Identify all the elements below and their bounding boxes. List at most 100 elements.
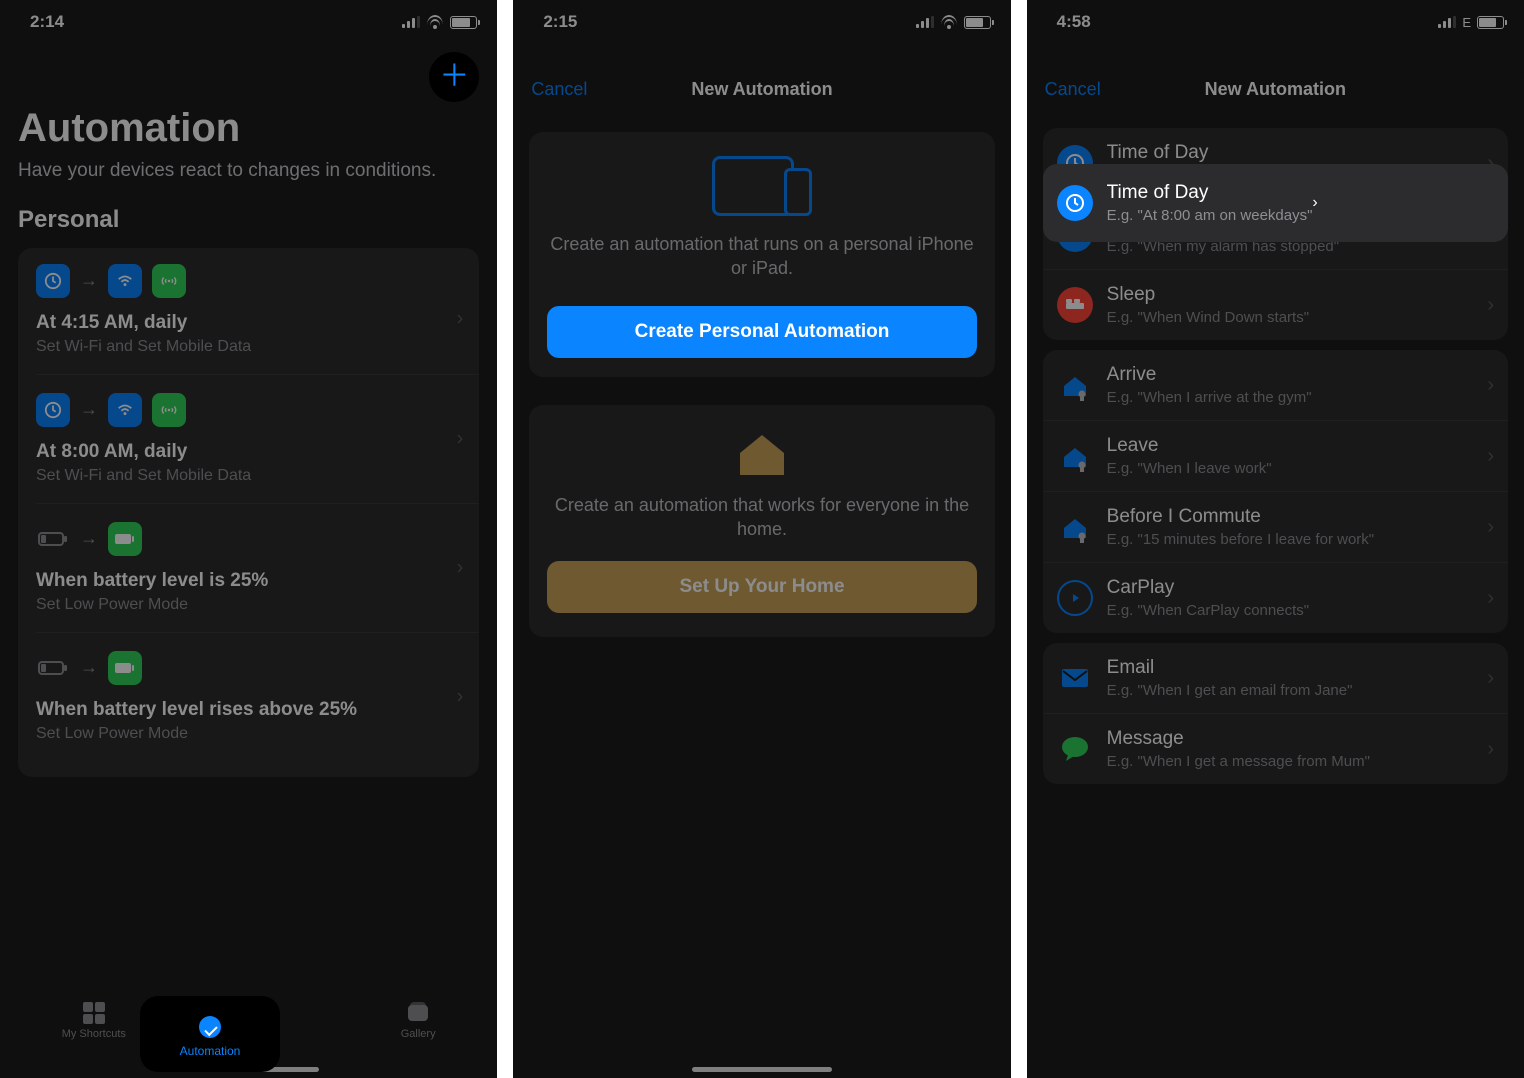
sheet-title: New Automation xyxy=(691,79,832,100)
chevron-right-icon: › xyxy=(1487,516,1494,539)
automation-row[interactable]: → At 8:00 AM, daily Set Wi-Fi and Set Mobi… xyxy=(36,374,479,503)
trigger-group: EmailE.g. "When I get an email from Jane… xyxy=(1043,643,1508,784)
screen-new-automation-type: 2:15 Cancel New Automation Create an aut… xyxy=(513,0,1010,1078)
automation-tab-icon xyxy=(199,1016,221,1038)
sheet-title: New Automation xyxy=(1205,79,1346,100)
chevron-right-icon: › xyxy=(1312,194,1317,212)
home-indicator[interactable] xyxy=(692,1067,832,1072)
battery-icon xyxy=(1477,16,1504,29)
devices-icon xyxy=(712,156,812,216)
clock-icon xyxy=(1057,185,1093,221)
automation-row[interactable]: →When battery level rises above 25%Set L… xyxy=(36,632,479,761)
wifi-icon xyxy=(940,15,958,29)
automation-title: When battery level rises above 25% xyxy=(36,699,439,721)
trigger-before-i-commute[interactable]: Before I CommuteE.g. "15 minutes before … xyxy=(1043,491,1508,562)
automation-subtitle: Set Low Power Mode xyxy=(36,725,439,743)
wifi-icon xyxy=(108,264,142,298)
automation-row[interactable]: → When battery level is 25% Set Low Power … xyxy=(36,503,479,632)
automation-title: At 4:15 AM, daily xyxy=(36,312,439,334)
page-subtitle: Have your devices react to changes in co… xyxy=(18,159,479,184)
trigger-title: CarPlay xyxy=(1107,577,1309,599)
clock-icon xyxy=(36,393,70,427)
automation-row[interactable]: →At 4:15 AM, dailySet Wi-Fi and Set Mobi… xyxy=(36,264,479,374)
automation-subtitle: Set Wi-Fi and Set Mobile Data xyxy=(36,467,439,485)
cancel-button[interactable]: Cancel xyxy=(1045,79,1101,100)
chevron-right-icon: › xyxy=(1487,374,1494,397)
chevron-right-icon: › xyxy=(1487,738,1494,761)
trigger-title: Sleep xyxy=(1107,284,1309,306)
battery-icon xyxy=(450,16,477,29)
cellular-icon xyxy=(152,393,186,427)
status-bar: 2:14 xyxy=(0,0,497,44)
automation-subtitle: Set Low Power Mode xyxy=(36,596,439,614)
trigger-title: Leave xyxy=(1107,435,1272,457)
carplay-icon xyxy=(1057,580,1093,616)
wifi-icon xyxy=(108,393,142,427)
chevron-right-icon: › xyxy=(1487,445,1494,468)
cellular-icon xyxy=(152,264,186,298)
chevron-right-icon: › xyxy=(1487,667,1494,690)
trigger-time-of-day[interactable]: Time of Day E.g. "At 8:00 am on weekdays… xyxy=(1043,164,1508,242)
trigger-title: Message xyxy=(1107,728,1370,750)
trigger-message[interactable]: Message E.g. "When I get a message from M… xyxy=(1043,713,1508,784)
setup-home-button[interactable]: Set Up Your Home xyxy=(547,561,976,613)
tab-label: My Shortcuts xyxy=(62,1028,126,1040)
trigger-subtitle: E.g. "When I arrive at the gym" xyxy=(1107,389,1312,406)
sheet-new-automation: Cancel New Automation Create an automati… xyxy=(513,60,1010,1078)
home-icon xyxy=(736,429,788,477)
card-description: Create an automation that works for ever… xyxy=(547,493,976,542)
arrow-right-icon: → xyxy=(80,528,98,549)
trigger-sleep[interactable]: SleepE.g. "When Wind Down starts"› xyxy=(1043,269,1508,340)
battery-icon xyxy=(964,16,991,29)
automation-title: When battery level is 25% xyxy=(36,570,439,592)
status-time: 2:14 xyxy=(30,12,64,32)
email-icon xyxy=(1057,660,1093,696)
battery-outline-icon xyxy=(36,522,70,556)
arrow-right-icon: → xyxy=(80,399,98,420)
tab-automation[interactable]: Automation xyxy=(140,996,280,1072)
network-type: E xyxy=(1462,15,1471,30)
status-bar: 4:58 E xyxy=(1027,0,1524,44)
status-time: 4:58 xyxy=(1057,12,1091,32)
add-automation-button[interactable]: ＋ xyxy=(429,52,479,102)
trigger-group: ArriveE.g. "When I arrive at the gym"›Le… xyxy=(1043,350,1508,633)
screen-automation-list: 2:14 ＋ Automation Have your devices reac… xyxy=(0,0,497,1078)
trigger-subtitle: E.g. "When I get an email from Jane" xyxy=(1107,682,1353,699)
trigger-subtitle: E.g. "15 minutes before I leave for work… xyxy=(1107,531,1374,548)
battery-fill-icon xyxy=(108,651,142,685)
bed-icon xyxy=(1057,287,1093,323)
tab-gallery[interactable]: Gallery xyxy=(401,1002,436,1040)
tab-label: Automation xyxy=(180,1044,241,1058)
trigger-subtitle: E.g. "At 8:00 am on weekdays" xyxy=(1107,207,1313,224)
trigger-leave[interactable]: LeaveE.g. "When I leave work"› xyxy=(1043,420,1508,491)
chevron-right-icon: › xyxy=(457,685,464,708)
screen-trigger-list: 4:58 E Cancel New Automation Time of Day… xyxy=(1027,0,1524,1078)
trigger-title: Arrive xyxy=(1107,364,1312,386)
message-icon xyxy=(1057,731,1093,767)
chevron-right-icon: › xyxy=(457,427,464,450)
page-title: Automation xyxy=(18,106,479,151)
card-home-automation: Create an automation that works for ever… xyxy=(529,405,994,638)
automation-list: → At 4:15 AM, daily Set Wi-Fi and Set Mobi… xyxy=(18,248,479,777)
trigger-title: Time of Day xyxy=(1107,142,1313,164)
trigger-title: Time of Day xyxy=(1107,182,1313,204)
section-personal-label: Personal xyxy=(18,206,479,234)
cancel-button[interactable]: Cancel xyxy=(531,79,587,100)
trigger-email[interactable]: EmailE.g. "When I get an email from Jane… xyxy=(1043,643,1508,713)
status-time: 2:15 xyxy=(543,12,577,32)
automation-title: At 8:00 AM, daily xyxy=(36,441,439,463)
tab-my-shortcuts[interactable]: My Shortcuts xyxy=(62,1002,126,1040)
commute-icon xyxy=(1057,509,1093,545)
trigger-arrive[interactable]: Arrive E.g. "When I arrive at the gym" › xyxy=(1043,350,1508,420)
battery-outline-icon xyxy=(36,651,70,685)
signal-icon xyxy=(1438,16,1456,28)
trigger-subtitle: E.g. "When I get a message from Mum" xyxy=(1107,753,1370,770)
create-personal-automation-button[interactable]: Create Personal Automation xyxy=(547,306,976,358)
chevron-right-icon: › xyxy=(1487,294,1494,317)
wifi-icon xyxy=(426,15,444,29)
arrive-icon xyxy=(1057,367,1093,403)
automation-subtitle: Set Wi-Fi and Set Mobile Data xyxy=(36,338,439,356)
card-description: Create an automation that runs on a pers… xyxy=(547,232,976,281)
trigger-carplay[interactable]: CarPlayE.g. "When CarPlay connects"› xyxy=(1043,562,1508,633)
leave-icon xyxy=(1057,438,1093,474)
